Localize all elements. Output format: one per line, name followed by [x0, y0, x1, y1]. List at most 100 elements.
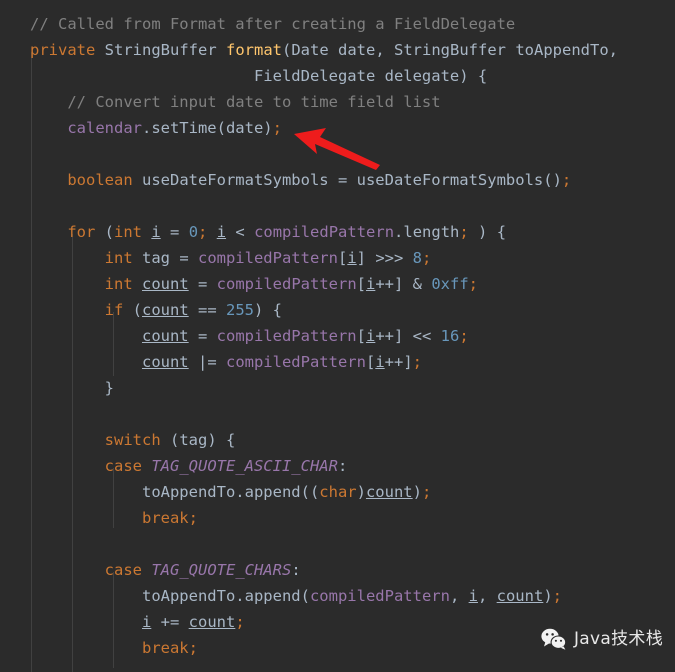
code-token-default: [207, 223, 216, 241]
code-token-default: [142, 457, 151, 475]
code-editor-screenshot: // Called from Format after creating a F…: [0, 0, 675, 672]
code-token-punct: ,: [608, 41, 618, 59]
code-token-default: |=: [188, 353, 226, 371]
code-token-keyword: case: [104, 457, 142, 475]
code-token-keyword: case: [104, 561, 142, 579]
code-line[interactable]: [0, 193, 39, 219]
code-token-punct: ): [356, 483, 366, 501]
code-token-default: [133, 275, 142, 293]
code-token-punct: ): [543, 587, 553, 605]
code-line[interactable]: break;: [0, 635, 198, 661]
code-token-default: [95, 41, 104, 59]
code-line[interactable]: }: [0, 375, 114, 401]
code-token-punct: (: [95, 223, 114, 241]
code-token-keyword: for: [67, 223, 96, 241]
code-line[interactable]: i += count;: [0, 609, 245, 635]
code-line[interactable]: private StringBuffer format(Date date, S…: [0, 37, 618, 63]
code-token-punct: [: [356, 327, 366, 345]
code-token-punct: ,: [375, 41, 395, 59]
code-token-local: i: [366, 275, 376, 293]
code-token-default: +=: [151, 613, 189, 631]
code-token-keyword: ;: [459, 223, 469, 241]
code-line[interactable]: toAppendTo.append((char)count);: [0, 479, 431, 505]
code-line[interactable]: case TAG_QUOTE_ASCII_CHAR:: [0, 453, 348, 479]
wechat-icon: [541, 628, 567, 650]
code-token-default: [30, 509, 142, 527]
code-token-keyword: ;: [459, 327, 469, 345]
code-token-local: i: [151, 223, 161, 241]
code-line[interactable]: break;: [0, 505, 198, 531]
code-line[interactable]: // Convert input date to time field list: [0, 89, 441, 115]
code-token-number: 16: [440, 327, 460, 345]
code-token-punct: }: [30, 379, 114, 397]
code-token-default: ++]: [384, 353, 413, 371]
code-token-param: Date date: [291, 41, 376, 59]
code-token-keyword: break: [141, 639, 189, 657]
code-line[interactable]: [0, 401, 39, 427]
code-token-default: useDateFormatSymbols = useDateFormatSymb…: [132, 171, 562, 189]
code-token-local: i: [375, 353, 385, 371]
code-line[interactable]: count |= compiledPattern[i++];: [0, 349, 422, 375]
code-token-keyword: ;: [552, 587, 562, 605]
code-token-default: :: [291, 561, 301, 579]
code-token-default: .setTime(date): [141, 119, 273, 137]
code-token-keyword: ;: [198, 223, 208, 241]
code-token-default: [30, 249, 105, 267]
code-token-keyword: ;: [188, 639, 198, 657]
code-line[interactable]: if (count == 255) {: [0, 297, 282, 323]
code-token-default: [142, 223, 151, 241]
code-token-keyword: ;: [188, 509, 198, 527]
code-line[interactable]: [0, 531, 39, 557]
code-token-keyword: if: [104, 301, 124, 319]
code-token-local: count: [142, 275, 189, 293]
code-token-default: :: [337, 457, 348, 475]
code-line[interactable]: // Called from Format after creating a F…: [0, 11, 515, 37]
code-token-default: =: [160, 223, 189, 241]
code-token-default: =: [188, 275, 217, 293]
code-token-field: compiledPattern: [197, 249, 338, 267]
code-text-layer[interactable]: // Called from Format after creating a F…: [0, 0, 675, 672]
code-token-default: [30, 327, 142, 345]
code-token-keyword: break: [141, 509, 189, 527]
code-token-keyword: ;: [412, 353, 422, 371]
code-token-punct: [: [337, 249, 348, 267]
code-token-default: [30, 613, 142, 631]
code-token-default: ==: [188, 301, 226, 319]
code-token-keyword: ;: [561, 171, 572, 189]
code-line[interactable]: calendar.setTime(date);: [0, 115, 282, 141]
watermark-label: Java技术栈: [573, 629, 663, 649]
code-line[interactable]: switch (tag) {: [0, 427, 236, 453]
code-line[interactable]: for (int i = 0; i < compiledPattern.leng…: [0, 219, 506, 245]
code-token-default: <: [226, 223, 255, 241]
code-token-local: count: [496, 587, 544, 605]
code-token-default: [30, 171, 67, 189]
code-token-field: calendar: [67, 119, 142, 137]
code-token-default: [30, 93, 67, 111]
code-token-number: 255: [226, 301, 254, 319]
code-token-local: i: [468, 587, 478, 605]
code-token-default: [30, 301, 105, 319]
code-token-local: count: [365, 483, 413, 501]
code-token-default: toAppendTo.append((: [30, 483, 320, 501]
code-line[interactable]: int tag = compiledPattern[i] >>> 8;: [0, 245, 432, 271]
code-line[interactable]: int count = compiledPattern[i++] & 0xff;: [0, 271, 478, 297]
code-line[interactable]: FieldDelegate delegate) {: [0, 63, 487, 89]
code-line[interactable]: boolean useDateFormatSymbols = useDateFo…: [0, 167, 571, 193]
code-token-field: compiledPattern: [254, 223, 395, 241]
code-token-type: StringBuffer: [104, 41, 217, 59]
code-token-comment: // Convert input date to time field list: [67, 93, 441, 111]
code-token-local: i: [347, 249, 357, 267]
code-token-default: [30, 431, 105, 449]
code-token-default: [142, 561, 151, 579]
code-token-punct: [: [365, 353, 376, 371]
code-token-field: compiledPattern: [216, 327, 357, 345]
code-token-default: .length: [394, 223, 460, 241]
code-line[interactable]: [0, 141, 39, 167]
code-token-default: tag =: [132, 249, 198, 267]
code-token-keyword: ;: [235, 613, 245, 631]
code-line[interactable]: toAppendTo.append(compiledPattern, i, co…: [0, 583, 562, 609]
code-line[interactable]: count = compiledPattern[i++] << 16;: [0, 323, 469, 349]
code-line[interactable]: case TAG_QUOTE_CHARS:: [0, 557, 301, 583]
code-token-field: compiledPattern: [216, 275, 357, 293]
code-token-keyword: int: [104, 249, 133, 267]
